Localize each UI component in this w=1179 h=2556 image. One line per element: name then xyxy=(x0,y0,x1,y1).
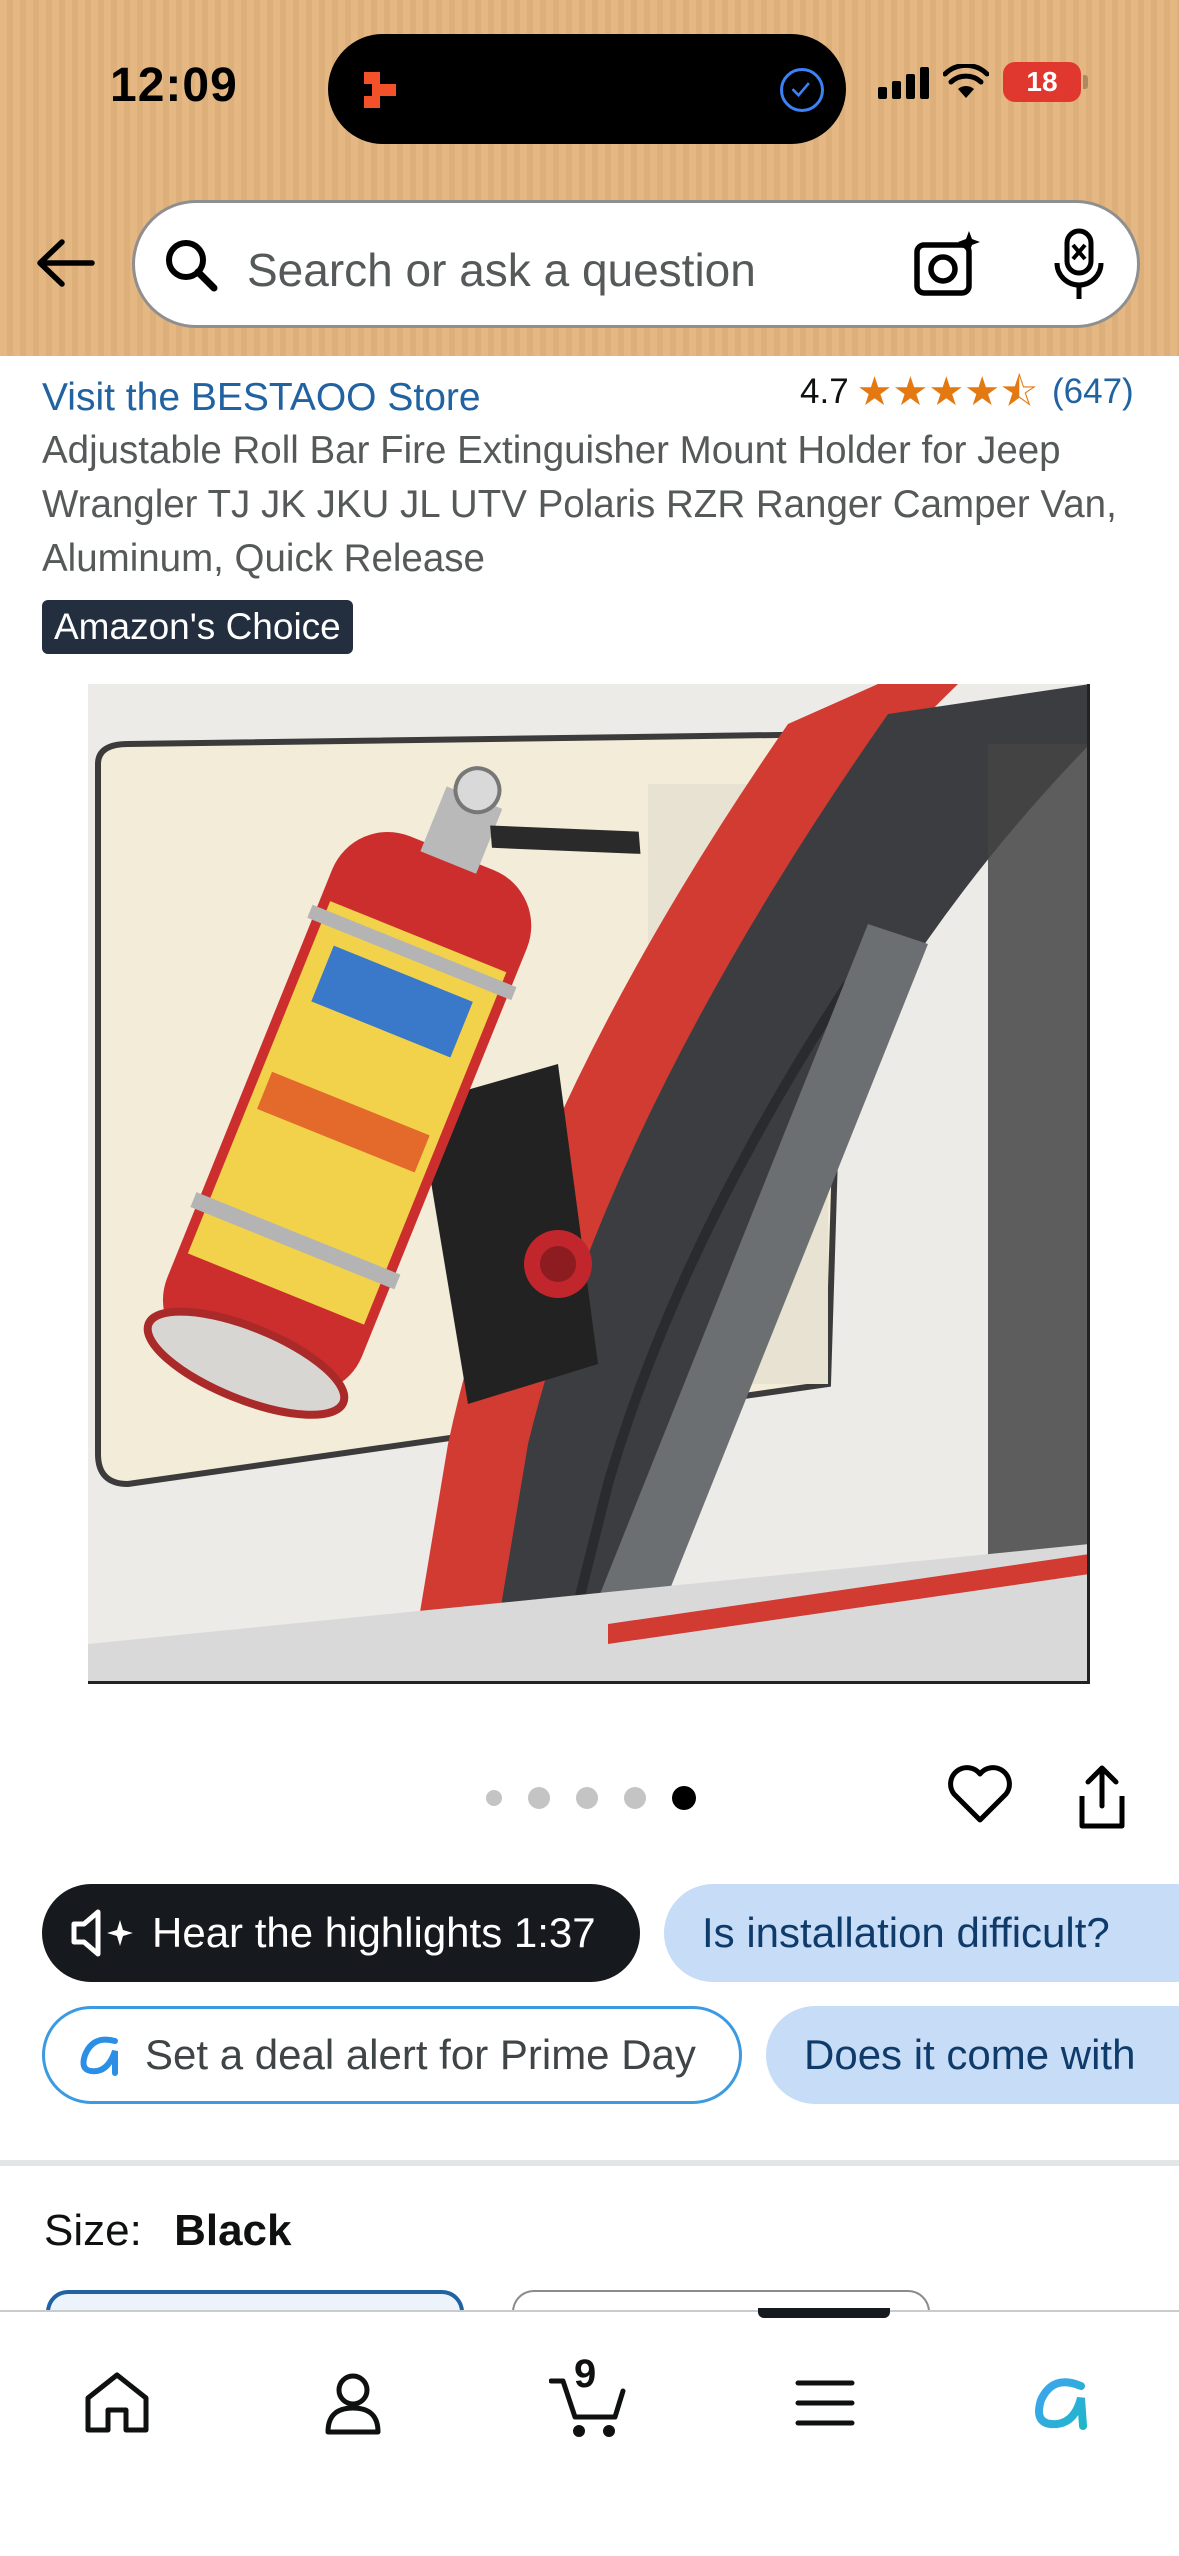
product-title: Adjustable Roll Bar Fire Extinguisher Mo… xyxy=(42,429,1117,580)
search-icon xyxy=(166,240,218,292)
speaker-sparkle-icon xyxy=(71,1909,133,1957)
bottom-tab-bar: 9 xyxy=(0,2308,1179,2556)
variation-selector-label: Size: Black xyxy=(44,2206,291,2256)
rufus-ai-icon xyxy=(80,2036,118,2076)
app-indicator-icon xyxy=(364,72,396,108)
tab-account[interactable] xyxy=(308,2358,398,2448)
carousel-dot[interactable] xyxy=(528,1787,550,1809)
deal-alert-label: Set a deal alert for Prime Day xyxy=(145,2031,696,2078)
status-time: 12:09 xyxy=(110,59,238,112)
search-bar[interactable]: Search or ask a question xyxy=(132,200,1140,328)
store-link[interactable]: Visit the BESTAOO Store xyxy=(42,376,481,420)
dynamic-island xyxy=(328,34,846,144)
cellular-signal-icon xyxy=(878,65,929,99)
header: 12:09 18 Search or ask a question xyxy=(0,0,1179,356)
rating-count[interactable]: (647) xyxy=(1052,372,1134,412)
search-input[interactable]: Search or ask a question xyxy=(247,243,756,297)
back-button[interactable] xyxy=(32,230,98,296)
tab-home[interactable] xyxy=(72,2358,162,2448)
amazons-choice-badge: Amazon's Choice xyxy=(42,600,353,654)
fire-extinguisher-photo xyxy=(88,684,1087,1681)
arrow-left-icon xyxy=(37,239,95,287)
rating-summary[interactable]: 4.7 ★★★★⯪ (647) xyxy=(800,372,1134,412)
carousel-dot[interactable] xyxy=(624,1787,646,1809)
suggested-question-label: Is installation difficult? xyxy=(702,1909,1110,1956)
check-circle-icon xyxy=(780,68,824,112)
size-label: Size: xyxy=(44,2206,142,2255)
carousel-dot[interactable] xyxy=(576,1787,598,1809)
heart-icon[interactable] xyxy=(946,1762,1014,1826)
camera-sparkle-icon[interactable] xyxy=(911,229,983,301)
tab-rufus[interactable] xyxy=(1016,2358,1106,2448)
account-icon xyxy=(325,2373,381,2435)
star-rating-icon: ★★★★⯪ xyxy=(856,370,1038,414)
active-tab-indicator xyxy=(758,2308,890,2318)
image-carousel-dots[interactable] xyxy=(486,1786,696,1810)
suggested-question-chip[interactable]: Does it come with xyxy=(766,2006,1179,2104)
wifi-icon xyxy=(943,64,989,98)
battery-icon: 18 xyxy=(1003,62,1088,102)
suggested-question-label: Does it come with xyxy=(804,2031,1136,2078)
hear-highlights-label: Hear the highlights 1:37 xyxy=(152,1909,596,1956)
suggested-question-chip[interactable]: Is installation difficult? xyxy=(664,1884,1179,1982)
hear-highlights-button[interactable]: Hear the highlights 1:37 xyxy=(42,1884,640,1982)
menu-icon xyxy=(795,2380,855,2426)
rufus-ai-icon xyxy=(1035,2378,1087,2430)
carousel-dot-active[interactable] xyxy=(672,1786,696,1810)
carousel-dot[interactable] xyxy=(486,1790,502,1806)
tab-cart[interactable]: 9 xyxy=(544,2352,634,2448)
share-icon[interactable] xyxy=(1072,1762,1132,1832)
product-image[interactable] xyxy=(88,684,1090,1684)
battery-level: 18 xyxy=(1026,66,1058,97)
home-icon xyxy=(85,2372,149,2433)
cart-count-badge: 9 xyxy=(574,2352,597,2396)
rating-value: 4.7 xyxy=(800,372,849,411)
tab-menu[interactable] xyxy=(780,2358,870,2448)
status-indicators: 18 xyxy=(878,62,1088,102)
microphone-icon[interactable] xyxy=(1047,227,1111,303)
deal-alert-button[interactable]: Set a deal alert for Prime Day xyxy=(42,2006,742,2104)
size-value: Black xyxy=(174,2206,292,2255)
section-divider xyxy=(0,2160,1179,2166)
